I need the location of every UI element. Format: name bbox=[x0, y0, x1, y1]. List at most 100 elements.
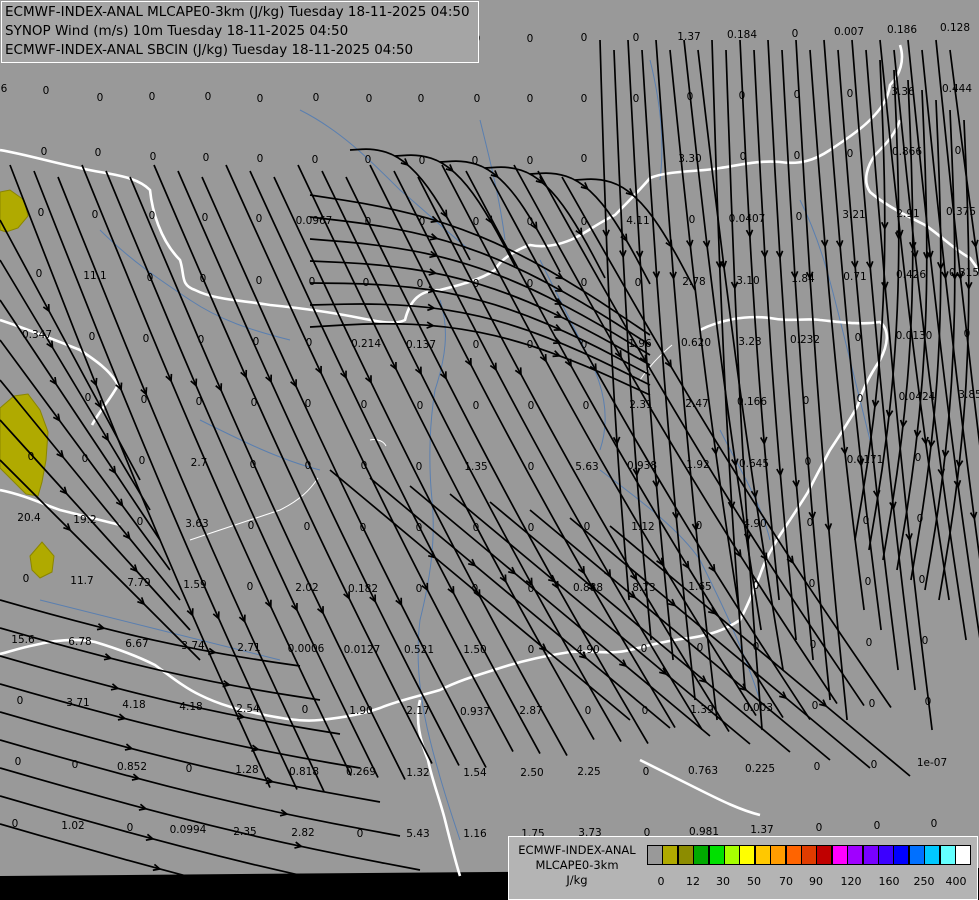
legend-swatch bbox=[939, 845, 956, 865]
sbcin-value: 2.78 bbox=[682, 276, 705, 288]
sbcin-value: 0 bbox=[203, 152, 210, 164]
sbcin-value: 0 bbox=[527, 93, 534, 105]
sbcin-value: 0 bbox=[581, 339, 588, 351]
sbcin-value: 0 bbox=[250, 459, 257, 471]
legend-swatch bbox=[708, 845, 725, 865]
map-info-box: ECMWF-INDEX-ANAL MLCAPE0-3km (J/kg) Tues… bbox=[1, 1, 479, 63]
sbcin-value: 0 bbox=[313, 92, 320, 104]
legend-title: ECMWF-INDEX-ANAL MLCAPE0-3km J/kg bbox=[512, 843, 642, 888]
sbcin-value: 0 bbox=[528, 522, 535, 534]
sbcin-value: 0 bbox=[419, 155, 426, 167]
sbcin-value: 0 bbox=[865, 576, 872, 588]
sbcin-value: 6.67 bbox=[125, 638, 148, 650]
sbcin-value: 0 bbox=[473, 400, 480, 412]
sbcin-value: 0 bbox=[874, 820, 881, 832]
sbcin-value: 2.35 bbox=[233, 826, 256, 838]
sbcin-value: 0.0994 bbox=[170, 824, 207, 836]
sbcin-value: 0.0130 bbox=[896, 330, 933, 342]
sbcin-value: 0 bbox=[43, 85, 50, 97]
sbcin-value: 0.852 bbox=[117, 761, 147, 773]
sbcin-value: 0 bbox=[527, 278, 534, 290]
sbcin-value: 0 bbox=[581, 277, 588, 289]
legend-tick-label: 70 bbox=[779, 875, 793, 888]
sbcin-value: 3.85 bbox=[958, 389, 979, 401]
sbcin-value: 1.59 bbox=[183, 579, 206, 591]
legend-tick-label: 12 bbox=[686, 875, 700, 888]
sbcin-value: 0 bbox=[689, 214, 696, 226]
sbcin-value: 0 bbox=[419, 216, 426, 228]
sbcin-value: 1.96 bbox=[628, 338, 652, 350]
legend-tick-label: 50 bbox=[747, 875, 761, 888]
legend-swatch bbox=[893, 845, 910, 865]
sbcin-value: 0 bbox=[72, 759, 79, 771]
sbcin-value: 0 bbox=[202, 212, 209, 224]
sbcin-value: 3.30 bbox=[678, 153, 701, 165]
sbcin-value: 0.347 bbox=[22, 329, 52, 341]
sbcin-value: 0 bbox=[38, 207, 45, 219]
sbcin-value: 19.2 bbox=[73, 514, 96, 526]
sbcin-value: 0.182 bbox=[348, 583, 378, 595]
sbcin-value: 0.007 bbox=[834, 26, 864, 38]
sbcin-value: 1.35 bbox=[464, 461, 487, 473]
sbcin-value: 1.90 bbox=[349, 705, 372, 717]
sbcin-value: 0 bbox=[697, 642, 704, 654]
sbcin-value: 0 bbox=[528, 461, 535, 473]
sbcin-value: 0 bbox=[753, 580, 760, 592]
sbcin-value: 0 bbox=[642, 705, 649, 717]
sbcin-value: 3.71 bbox=[66, 697, 89, 709]
sbcin-value: 2.25 bbox=[577, 766, 600, 778]
legend-source: ECMWF-INDEX-ANAL bbox=[518, 843, 636, 857]
sbcin-value: 0 bbox=[633, 32, 640, 44]
sbcin-value: 0.003 bbox=[743, 702, 773, 714]
sbcin-value: 0 bbox=[805, 456, 812, 468]
sbcin-value: 0 bbox=[257, 93, 264, 105]
sbcin-value: 0 bbox=[527, 33, 534, 45]
sbcin-value: 11.7 bbox=[70, 575, 93, 587]
sbcin-value: 3.36 bbox=[891, 86, 915, 98]
sbcin-value: 0 bbox=[794, 89, 801, 101]
weather-map: 1.37 0.184 0.007 0.186 0.128 0 0 0 0 0 0 0 6 0 0 0 0 0 0 0 0… bbox=[0, 0, 979, 900]
sbcin-value: 0 bbox=[809, 578, 816, 590]
sbcin-value: 0 bbox=[97, 92, 104, 104]
legend-swatch bbox=[693, 845, 710, 865]
sbcin-value: 0 bbox=[28, 451, 35, 463]
sbcin-value: 0 bbox=[474, 93, 481, 105]
sbcin-value: 1.50 bbox=[463, 644, 486, 656]
sbcin-value: 0 bbox=[416, 522, 423, 534]
legend-swatch bbox=[801, 845, 817, 865]
sbcin-value: 0.888 bbox=[573, 582, 603, 594]
sbcin-value: 0 bbox=[528, 400, 535, 412]
sbcin-value: 0.426 bbox=[896, 269, 926, 281]
sbcin-value: 1.28 bbox=[235, 764, 258, 776]
sbcin-value: 2.31 bbox=[629, 399, 652, 411]
sbcin-value: 0 bbox=[581, 93, 588, 105]
sbcin-value: 0 bbox=[36, 268, 43, 280]
sbcin-value: 0 bbox=[200, 273, 207, 285]
sbcin-value: 2.71 bbox=[237, 642, 260, 654]
sbcin-value: 0 bbox=[740, 151, 747, 163]
sbcin-value: 0 bbox=[95, 147, 102, 159]
sbcin-value: 0.375 bbox=[946, 206, 976, 218]
sbcin-value: 0 bbox=[919, 574, 926, 586]
sbcin-value: 0 bbox=[869, 698, 876, 710]
sbcin-value: 4.18 bbox=[179, 701, 202, 713]
sbcin-value: 0 bbox=[473, 278, 480, 290]
sbcin-value: 0 bbox=[847, 148, 854, 160]
sbcin-value: 2.50 bbox=[520, 767, 543, 779]
legend-swatch bbox=[831, 845, 848, 865]
legend-swatch bbox=[724, 845, 740, 865]
sbcin-value: 0 bbox=[92, 209, 99, 221]
info-line-2: SYNOP Wind (m/s) 10m Tuesday 18-11-2025 … bbox=[5, 23, 349, 39]
sbcin-value: 0 bbox=[473, 522, 480, 534]
sbcin-value: 0.0127 bbox=[344, 644, 381, 656]
sbcin-value: 1.84 bbox=[791, 273, 815, 285]
sbcin-value: 0 bbox=[528, 644, 535, 656]
legend-swatch bbox=[662, 845, 679, 865]
sbcin-value: 0.521 bbox=[404, 644, 434, 656]
sbcin-value: 0 bbox=[931, 818, 938, 830]
sbcin-value: 0 bbox=[365, 216, 372, 228]
sbcin-value: 4.18 bbox=[122, 699, 145, 711]
sbcin-value: 0 bbox=[418, 93, 425, 105]
sbcin-value: 0 bbox=[739, 90, 746, 102]
sbcin-value: 0 bbox=[205, 91, 212, 103]
